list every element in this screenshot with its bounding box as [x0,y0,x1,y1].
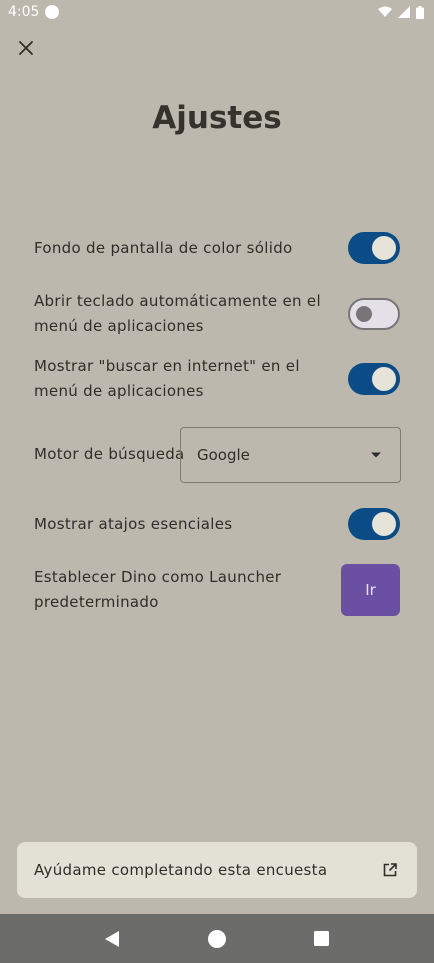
toggle-solid-wallpaper[interactable] [348,232,400,264]
toggle-essential-shortcuts[interactable] [348,508,400,540]
notification-dot-icon [45,5,60,19]
setting-row-essential-shortcuts: Mostrar atajos esenciales [34,506,400,542]
toggle-search-internet[interactable] [348,363,400,395]
dropdown-arrow-icon [371,452,381,458]
setting-row-search-internet: Mostrar "buscar en internet" en el menú … [34,353,400,405]
status-bar: 4:05 [0,0,434,24]
setting-label-solid-wallpaper: Fondo de pantalla de color sólido [34,238,293,257]
recents-button[interactable] [302,919,342,959]
setting-label-auto-keyboard: Abrir teclado automáticamente en el menú… [34,292,321,335]
back-icon [105,930,120,947]
back-button[interactable] [92,919,132,959]
survey-link[interactable]: Ayúdame completando esta encuesta [17,842,417,898]
setting-row-solid-wallpaper: Fondo de pantalla de color sólido [34,230,400,266]
survey-label: Ayúdame completando esta encuesta [34,861,328,879]
status-right [378,5,424,19]
status-time: 4:05 [8,4,40,20]
go-button[interactable]: Ir [341,564,400,616]
toggle-thumb [372,367,396,391]
status-left: 4:05 [8,4,60,20]
setting-row-default-launcher: Establecer Dino como Launcher predetermi… [34,564,400,616]
search-engine-dropdown[interactable]: Google [180,427,401,483]
toggle-thumb [372,512,396,536]
toggle-thumb [372,236,396,260]
setting-label-search-engine: Motor de búsqueda [34,445,185,463]
home-icon [207,929,226,948]
setting-label-essential-shortcuts: Mostrar atajos esenciales [34,514,233,533]
close-button[interactable] [14,36,38,60]
signal-icon [398,6,410,18]
toggle-auto-keyboard[interactable] [348,298,400,330]
wifi-icon [378,6,392,17]
toggle-thumb [356,306,372,322]
home-button[interactable] [197,919,237,959]
navigation-bar [0,914,434,963]
search-engine-value: Google [197,446,250,464]
close-icon [19,41,33,55]
setting-label-default-launcher: Establecer Dino como Launcher predetermi… [34,568,282,611]
setting-label-search-internet: Mostrar "buscar en internet" en el menú … [34,357,300,400]
recents-icon [314,931,330,946]
setting-row-auto-keyboard: Abrir teclado automáticamente en el menú… [34,288,400,340]
open-in-new-icon [383,863,397,877]
page-title: Ajustes [152,100,282,136]
battery-icon [416,5,424,19]
